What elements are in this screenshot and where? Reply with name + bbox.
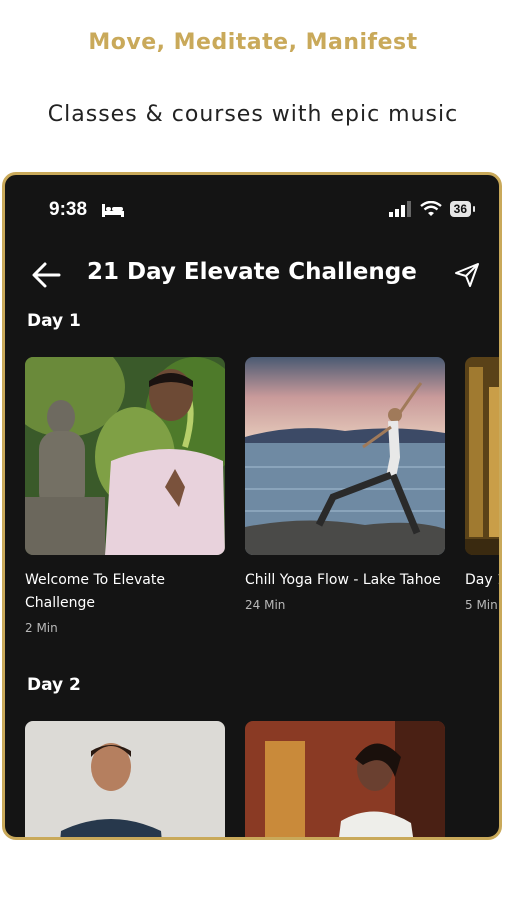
- status-time: 9:38: [49, 199, 88, 220]
- class-card[interactable]: Welcome To Elevate Challenge 2 Min: [25, 357, 225, 635]
- class-thumbnail: [245, 357, 445, 555]
- battery-indicator: 36: [449, 201, 476, 217]
- sleep-focus-icon: [102, 204, 124, 217]
- class-card[interactable]: Chill Yoga Flow - Lake Tahoe 24 Min: [245, 357, 445, 612]
- class-duration: 24 Min: [245, 598, 286, 612]
- class-title: Welcome To Elevate Challenge: [25, 572, 165, 611]
- class-card[interactable]: Day 1 5 Min: [465, 357, 502, 612]
- class-card[interactable]: [25, 721, 225, 837]
- page-title: 21 Day Elevate Challenge: [87, 259, 417, 285]
- send-share-icon[interactable]: [453, 261, 481, 289]
- day-1-label: Day 1: [27, 311, 81, 331]
- phone-frame: 9:38 36 21 Day Elevate Challenge Day 1 W…: [2, 172, 502, 840]
- promo-subheadline: Classes & courses with epic music: [47, 102, 459, 127]
- class-duration: 2 Min: [25, 621, 58, 635]
- signal-icon: [388, 201, 411, 217]
- wifi-icon: [419, 201, 442, 216]
- class-thumbnail: [25, 721, 225, 837]
- class-thumbnail: [25, 357, 225, 555]
- back-arrow-icon[interactable]: [31, 261, 61, 289]
- class-duration: 5 Min: [465, 598, 498, 612]
- promo-headline: Move, Meditate, Manifest: [88, 30, 418, 55]
- status-bar: 9:38 36: [5, 199, 499, 225]
- class-title: Day 1: [465, 572, 502, 588]
- class-thumbnail: [245, 721, 445, 837]
- class-card[interactable]: [245, 721, 445, 837]
- day-2-label: Day 2: [27, 675, 81, 695]
- app-bar: 21 Day Elevate Challenge: [5, 257, 499, 293]
- class-thumbnail: [465, 357, 499, 555]
- class-title: Chill Yoga Flow - Lake Tahoe: [245, 572, 441, 588]
